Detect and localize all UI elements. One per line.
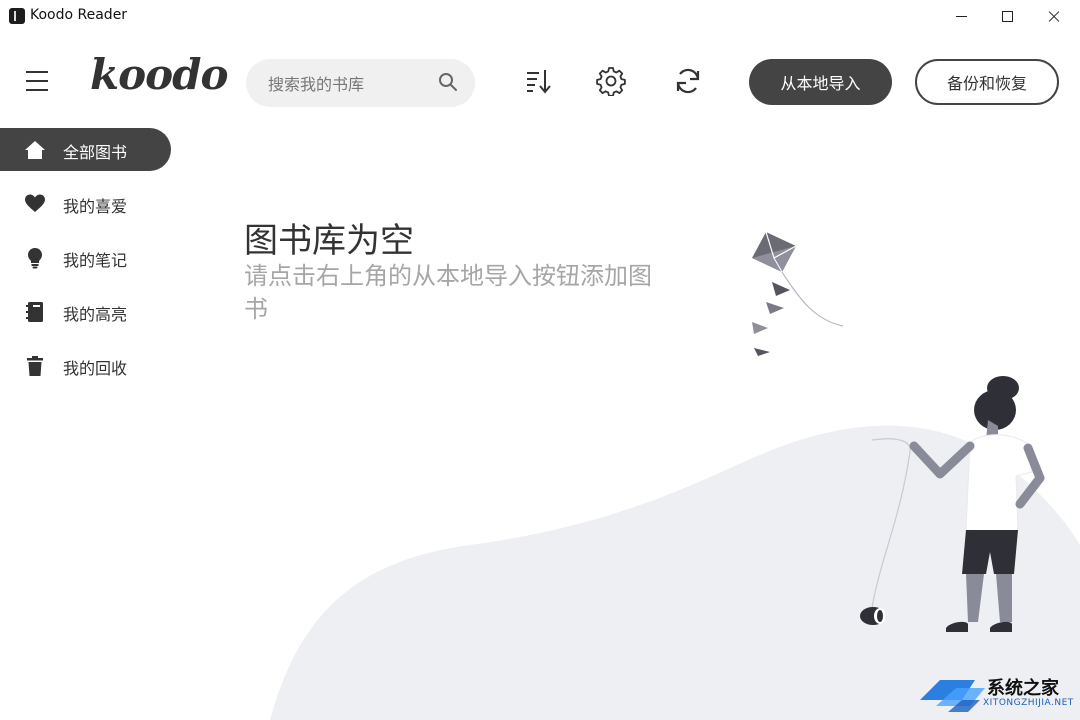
bulb-icon [28,248,42,269]
sidebar-item-favorites[interactable]: 我的喜爱 [0,182,171,225]
search-input[interactable] [266,71,430,97]
hill-shape [270,425,1080,720]
sidebar-item-label: 我的笔记 [63,251,128,270]
window-title: Koodo Reader [30,7,128,23]
search-bar[interactable] [246,59,475,107]
close-button[interactable] [1030,0,1076,32]
menu-icon[interactable] [26,71,48,91]
kite-icon [752,231,844,356]
trash-icon [27,356,43,376]
sidebar-item-label: 我的喜爱 [63,197,128,216]
heart-icon [25,194,45,212]
empty-library-title: 图书库为空 [244,221,414,261]
minimize-button[interactable] [938,0,984,32]
sort-icon[interactable] [524,66,554,96]
sidebar: 全部图书 我的喜爱 我的笔记 我的高亮 我的回收 [0,128,180,398]
settings-gear-icon[interactable] [596,66,626,96]
app-logo: koodo [90,50,229,99]
import-local-button[interactable]: 从本地导入 [749,59,892,105]
app-icon [9,8,25,24]
backup-restore-button[interactable]: 备份和恢复 [915,59,1059,105]
empty-library-hint: 请点击右上角的从本地导入按钮添加图书 [244,262,652,323]
sidebar-item-trash[interactable]: 我的回收 [0,344,171,387]
sidebar-item-label: 我的回收 [63,359,128,378]
sidebar-item-all-books[interactable]: 全部图书 [0,128,171,171]
search-icon[interactable] [438,72,458,92]
sidebar-item-label: 我的高亮 [63,305,128,324]
sidebar-item-highlights[interactable]: 我的高亮 [0,290,171,333]
maximize-button[interactable] [984,0,1030,32]
sidebar-item-label: 全部图书 [63,143,128,162]
home-icon [25,141,45,159]
watermark-text: 系统之家 [987,678,1059,699]
watermark-url: XITONGZHIJIA.NET [983,698,1074,708]
sync-icon[interactable] [673,66,703,96]
notebook-icon [26,302,43,322]
sidebar-item-notes[interactable]: 我的笔记 [0,236,171,279]
window-titlebar: Koodo Reader [0,0,1080,32]
